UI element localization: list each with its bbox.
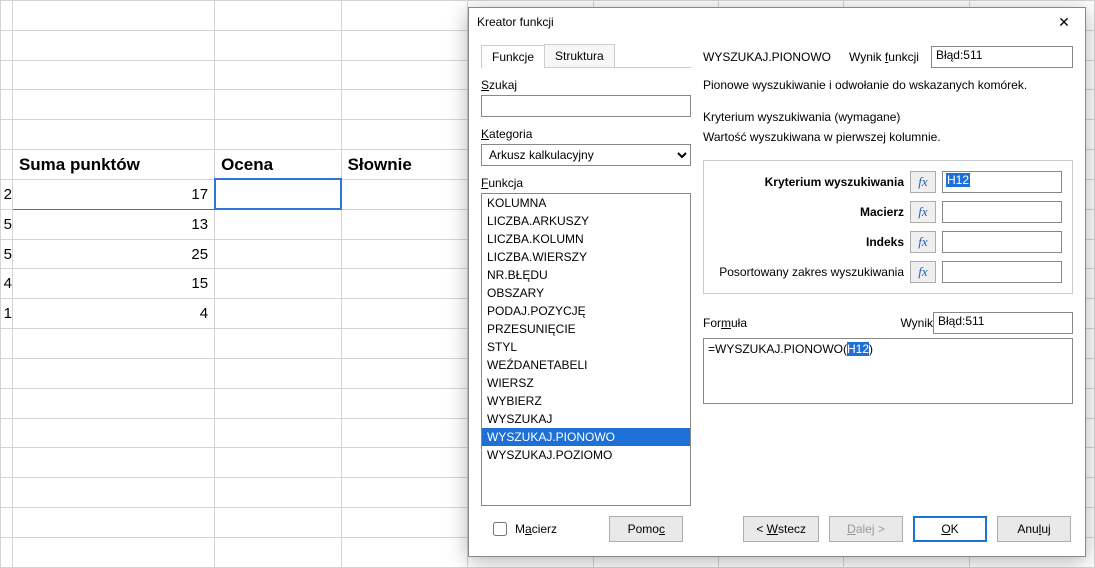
matrix-checkbox-label: Macierz [515, 522, 557, 536]
function-list-item[interactable]: WYSZUKAJ [482, 410, 690, 428]
function-label: Funkcja [481, 176, 691, 190]
fx-button[interactable]: fx [910, 201, 936, 223]
close-button[interactable]: ✕ [1043, 8, 1085, 36]
fx-button[interactable]: fx [910, 231, 936, 253]
argument-label: Indeks [714, 235, 904, 249]
ok-button[interactable]: OK [913, 516, 987, 542]
function-list-item[interactable]: LICZBA.ARKUSZY [482, 212, 690, 230]
fx-button[interactable]: fx [910, 261, 936, 283]
fx-icon: fx [918, 234, 927, 250]
active-cell[interactable] [215, 179, 342, 209]
function-list-item[interactable]: NR.BŁĘDU [482, 266, 690, 284]
function-list-item[interactable]: PRZESUNIĘCIE [482, 320, 690, 338]
argument-row: Macierz fx [714, 201, 1062, 223]
fx-icon: fx [918, 204, 927, 220]
search-input[interactable] [481, 95, 691, 117]
argument-row: Posortowany zakres wyszukiwania fx [714, 261, 1062, 283]
fx-button[interactable]: fx [910, 171, 936, 193]
formula-textarea[interactable]: =WYSZUKAJ.PIONOWO(H12) [703, 338, 1073, 404]
close-icon: ✕ [1058, 14, 1070, 31]
function-list-item[interactable]: WYSZUKAJ.PIONOWO [482, 428, 690, 446]
tab-functions[interactable]: Funkcje [481, 45, 545, 68]
argument-label: Kryterium wyszukiwania [714, 175, 904, 189]
help-button[interactable]: Pomoc [609, 516, 683, 542]
back-button[interactable]: < Wstecz [743, 516, 819, 542]
function-list-item[interactable]: WYBIERZ [482, 392, 690, 410]
argument-row: Indeks fx [714, 231, 1062, 253]
formula-result-value: Błąd:511 [933, 312, 1073, 334]
argument-input[interactable] [942, 231, 1062, 253]
cell-sum[interactable]: 17 [12, 179, 214, 209]
dialog-title: Kreator funkcji [477, 15, 1043, 29]
selected-function-name: WYSZUKAJ.PIONOWO [703, 50, 831, 64]
arg-subtext: Wartość wyszukiwana w pierwszej kolumnie… [703, 130, 1073, 144]
function-list-item[interactable]: KOLUMNA [482, 194, 690, 212]
dialog-titlebar[interactable]: Kreator funkcji ✕ [469, 8, 1085, 36]
fn-description: Pionowe wyszukiwanie i odwołanie do wska… [703, 78, 1073, 92]
fn-result-label: Wynik funkcji [849, 50, 919, 64]
function-list-item[interactable]: WIERSZ [482, 374, 690, 392]
argument-row: Kryterium wyszukiwania fx H12 [714, 171, 1062, 193]
function-list-item[interactable]: LICZBA.KOLUMN [482, 230, 690, 248]
arguments-panel: Kryterium wyszukiwaniafxH12MacierzfxInde… [703, 160, 1073, 294]
formula-result-label: Wynik [900, 316, 933, 330]
function-list-item[interactable]: PODAJ.POZYCJĘ [482, 302, 690, 320]
argument-input[interactable] [942, 261, 1062, 283]
function-list-item[interactable]: WEŹDANETABELI [482, 356, 690, 374]
category-select[interactable]: Arkusz kalkulacyjny [481, 144, 691, 166]
matrix-checkbox-wrap[interactable]: Macierz [489, 519, 599, 539]
argument-input[interactable] [942, 201, 1062, 223]
col-header-word: Słownie [341, 150, 468, 180]
tabs: Funkcje Struktura [481, 44, 691, 68]
fx-icon: fx [918, 174, 927, 190]
argument-label: Posortowany zakres wyszukiwania [714, 265, 904, 279]
arg-heading: Kryterium wyszukiwania (wymagane) [703, 110, 1073, 124]
function-list-item[interactable]: STYL [482, 338, 690, 356]
category-label: Kategoria [481, 127, 691, 141]
search-label: Szukaj [481, 78, 691, 92]
function-list-item[interactable]: OBSZARY [482, 284, 690, 302]
col-header-grade: Ocena [215, 150, 342, 180]
cancel-button[interactable]: Anuluj [997, 516, 1071, 542]
argument-input[interactable]: H12 [942, 171, 1062, 193]
fn-result-value: Błąd:511 [931, 46, 1073, 68]
next-button[interactable]: Dalej > [829, 516, 903, 542]
function-list[interactable]: KOLUMNALICZBA.ARKUSZYLICZBA.KOLUMNLICZBA… [481, 193, 691, 506]
function-list-item[interactable]: WYSZUKAJ.POZIOMO [482, 446, 690, 464]
function-wizard-dialog: Kreator funkcji ✕ Funkcje Struktura Szuk… [468, 7, 1086, 557]
tab-structure[interactable]: Struktura [544, 44, 615, 67]
formula-label: Formuła [703, 316, 894, 330]
fx-icon: fx [918, 264, 927, 280]
argument-label: Macierz [714, 205, 904, 219]
function-list-item[interactable]: LICZBA.WIERSZY [482, 248, 690, 266]
matrix-checkbox[interactable] [493, 522, 507, 536]
col-header-sum: Suma punktów [12, 150, 214, 180]
